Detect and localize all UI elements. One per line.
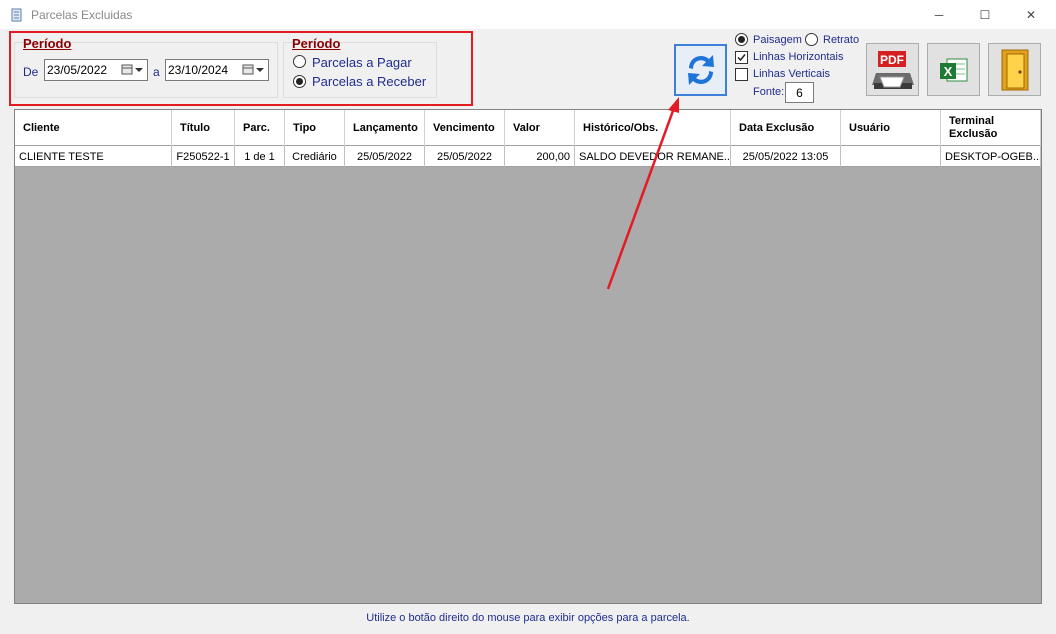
linhas-verticais-label[interactable]: Linhas Verticais bbox=[753, 68, 830, 80]
table-row[interactable]: CLIENTE TESTE F250522-1 1 de 1 Crediário… bbox=[15, 146, 1041, 167]
exit-door-icon bbox=[1001, 49, 1028, 90]
paisagem-label[interactable]: Paisagem bbox=[753, 34, 802, 46]
cell-titulo[interactable]: F250522-1 bbox=[172, 146, 235, 167]
cell-parc[interactable]: 1 de 1 bbox=[235, 146, 285, 167]
column-header[interactable]: Cliente bbox=[15, 110, 172, 146]
svg-text:X: X bbox=[943, 64, 952, 79]
column-header[interactable]: Usuário bbox=[841, 110, 941, 146]
excel-icon: X bbox=[939, 58, 967, 81]
minimize-button[interactable]: ─ bbox=[916, 0, 962, 30]
linhas-horizontais-label[interactable]: Linhas Horizontais bbox=[753, 51, 844, 63]
cell-lancamento[interactable]: 25/05/2022 bbox=[345, 146, 425, 167]
pdf-printer-icon: PDF bbox=[871, 50, 914, 89]
title-bar: Parcelas Excluidas ─ ☐ ✕ bbox=[0, 0, 1056, 30]
checkmark-icon bbox=[737, 54, 746, 62]
cell-tipo[interactable]: Crediário bbox=[285, 146, 345, 167]
exit-button[interactable] bbox=[988, 43, 1041, 96]
cell-valor[interactable]: 200,00 bbox=[505, 146, 575, 167]
app-icon bbox=[11, 8, 22, 22]
parcelas-grid[interactable]: Cliente Título Parc. Tipo Lançamento Ven… bbox=[14, 109, 1042, 604]
cell-cliente[interactable]: CLIENTE TESTE bbox=[15, 146, 172, 167]
retrato-radio[interactable] bbox=[805, 33, 818, 46]
column-header[interactable]: Parc. bbox=[235, 110, 285, 146]
cell-vencimento[interactable]: 25/05/2022 bbox=[425, 146, 505, 167]
column-header[interactable]: Título bbox=[172, 110, 235, 146]
column-header[interactable]: Terminal Exclusão bbox=[941, 110, 1041, 146]
minimize-icon: ─ bbox=[934, 8, 944, 22]
status-hint: Utilize o botão direito do mouse para ex… bbox=[366, 612, 690, 624]
maximize-icon: ☐ bbox=[979, 8, 991, 22]
cell-terminal[interactable]: DESKTOP-OGEB... bbox=[941, 146, 1041, 167]
retrato-label[interactable]: Retrato bbox=[823, 34, 859, 46]
grid-header: Cliente Título Parc. Tipo Lançamento Ven… bbox=[15, 110, 1041, 146]
cell-historico[interactable]: SALDO DEVEDOR REMANE... bbox=[575, 146, 731, 167]
column-header[interactable]: Data Exclusão bbox=[731, 110, 841, 146]
excel-export-button[interactable]: X bbox=[927, 43, 980, 96]
refresh-button[interactable] bbox=[674, 44, 727, 96]
linhas-horizontais-checkbox[interactable] bbox=[735, 51, 748, 64]
column-header[interactable]: Vencimento bbox=[425, 110, 505, 146]
linhas-verticais-checkbox[interactable] bbox=[735, 68, 748, 81]
column-header[interactable]: Valor bbox=[505, 110, 575, 146]
cell-data-exclusao[interactable]: 25/05/2022 13:05 bbox=[731, 146, 841, 167]
close-button[interactable]: ✕ bbox=[1008, 0, 1054, 30]
fonte-label: Fonte: bbox=[753, 86, 785, 98]
fonte-size-input[interactable]: 6 bbox=[785, 82, 814, 103]
refresh-icon bbox=[687, 55, 714, 85]
paisagem-radio[interactable] bbox=[735, 33, 748, 46]
cell-usuario[interactable] bbox=[841, 146, 941, 167]
highlight-box bbox=[9, 31, 473, 106]
maximize-button[interactable]: ☐ bbox=[962, 0, 1008, 30]
column-header[interactable]: Histórico/Obs. bbox=[575, 110, 731, 146]
column-header[interactable]: Tipo bbox=[285, 110, 345, 146]
close-icon: ✕ bbox=[1025, 8, 1037, 22]
pdf-label: PDF bbox=[880, 53, 904, 67]
pdf-print-button[interactable]: PDF bbox=[866, 43, 919, 96]
window-title: Parcelas Excluidas bbox=[31, 8, 133, 22]
column-header[interactable]: Lançamento bbox=[345, 110, 425, 146]
